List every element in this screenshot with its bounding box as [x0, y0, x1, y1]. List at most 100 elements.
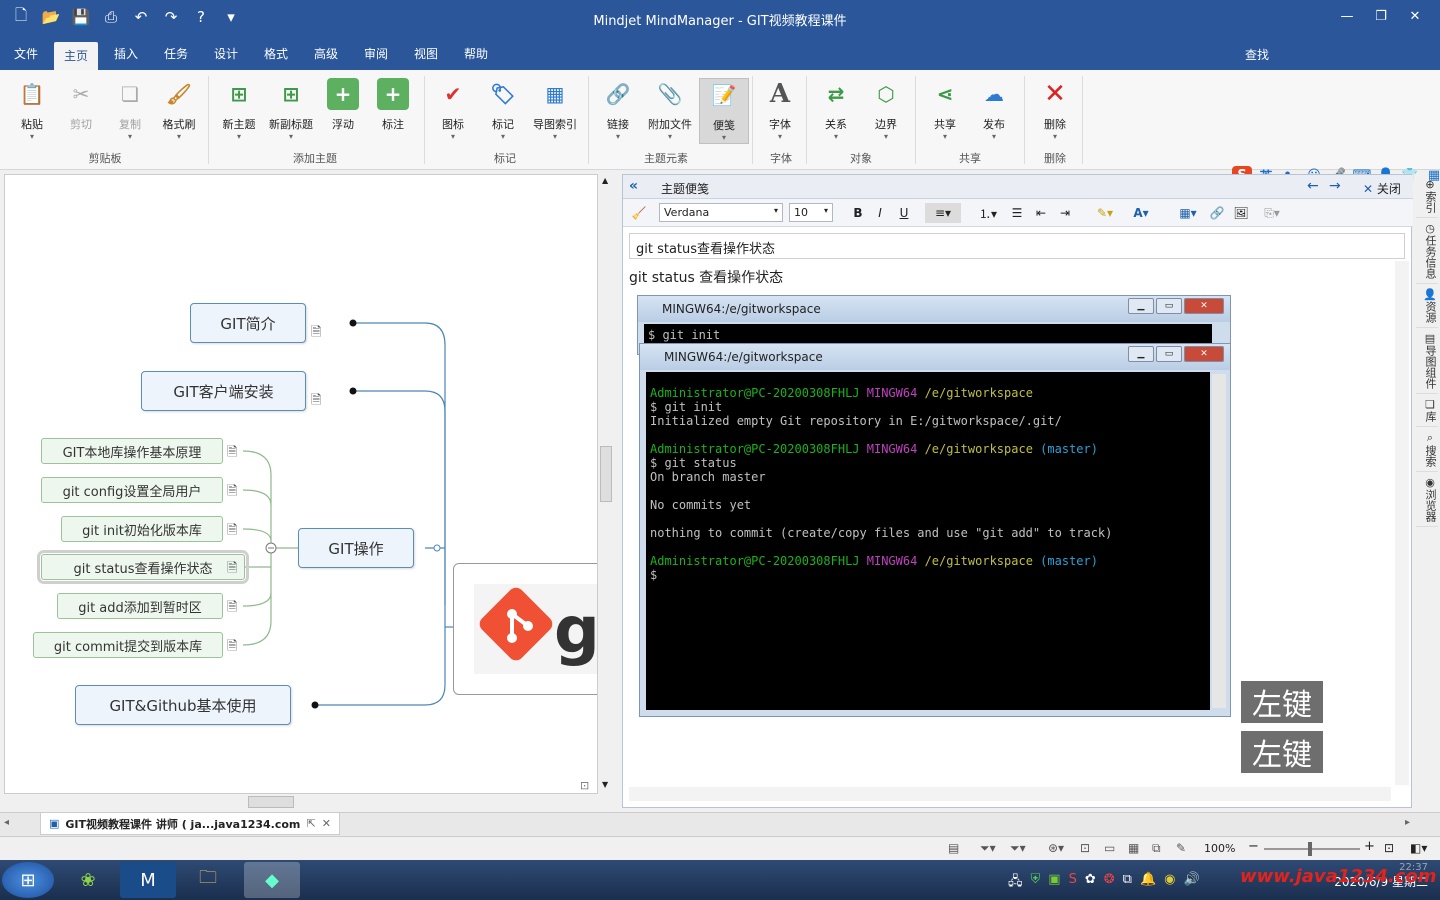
tray-device-icon[interactable]: ⧉	[1123, 872, 1132, 894]
central-topic[interactable]: g	[453, 563, 597, 695]
restore-icon[interactable]: ❐	[1364, 4, 1398, 28]
tray-gpu-icon[interactable]: ▣	[1048, 872, 1060, 894]
taskbar-app-mindmanager[interactable]: M	[120, 862, 176, 898]
menu-review[interactable]: 审阅	[354, 38, 398, 70]
font-button[interactable]: A 字体 ▾	[755, 78, 805, 144]
tab-scroll-left-icon[interactable]: ◂	[4, 817, 9, 828]
tab-scroll-right-icon[interactable]: ▸	[1405, 817, 1410, 828]
subtopic-git-add[interactable]: git add添加到暂时区	[57, 593, 223, 619]
topic-git-client[interactable]: GIT客户端安装	[141, 371, 306, 411]
zoom-in-icon[interactable]: +	[1364, 839, 1375, 854]
subtopic-git-status[interactable]: git status查看操作状态	[37, 550, 249, 584]
menu-task[interactable]: 任务	[154, 38, 198, 70]
start-button[interactable]: ⊞	[2, 862, 54, 898]
minimize-icon[interactable]: —	[1330, 4, 1364, 28]
close-icon[interactable]: ✕	[1184, 298, 1224, 314]
table-icon[interactable]: ▦▾	[1173, 203, 1203, 223]
maximize-icon[interactable]: ▭	[1156, 298, 1182, 314]
taskbar-app-explorer[interactable]: 🗀	[180, 862, 236, 898]
float-topic-button[interactable]: + 浮动	[318, 78, 368, 144]
tray-notify-icon[interactable]: 🔔	[1140, 872, 1156, 894]
scroll-up-icon[interactable]: ▲	[602, 176, 608, 185]
tray-app3-icon[interactable]: ◉	[1164, 872, 1175, 894]
note-icon[interactable]: 🗎	[311, 391, 321, 413]
taskbar-app-green[interactable]: ❀	[60, 862, 116, 898]
menu-insert[interactable]: 插入	[104, 38, 148, 70]
tray-volume-icon[interactable]: 🔊	[1183, 872, 1199, 894]
minimize-icon[interactable]: ▁	[1128, 346, 1154, 362]
side-tab-task-info[interactable]: ◷任务信息	[1416, 218, 1438, 284]
filter-icon[interactable]: ⏷▾	[980, 841, 996, 856]
next-note-icon[interactable]: →	[1329, 178, 1341, 194]
terminal-scrollbar[interactable]	[1212, 374, 1226, 708]
bold-icon[interactable]: B	[849, 203, 867, 223]
note-icon[interactable]: 🗎	[227, 443, 237, 465]
calendar-icon[interactable]: ▦	[1128, 841, 1139, 855]
fit-window-icon[interactable]: ⊡	[1384, 841, 1394, 855]
topic-git-github[interactable]: GIT&Github基本使用	[75, 685, 291, 725]
notes-horizontal-scrollbar[interactable]	[629, 787, 1391, 801]
zoom-out-icon[interactable]: −	[1248, 839, 1259, 854]
filter-advanced-icon[interactable]: ⏷▾	[1010, 841, 1026, 856]
subtopic-local-repo[interactable]: GIT本地库操作基本原理	[41, 438, 223, 464]
note-icon[interactable]: 🗎	[227, 482, 237, 504]
presentation-icon[interactable]: ⧉	[1152, 841, 1161, 856]
notes-button[interactable]: 📝 便笺 ▾	[699, 78, 749, 144]
taskbar-app-active[interactable]: ◆	[244, 862, 300, 898]
tray-app-icon[interactable]: ✿	[1085, 872, 1096, 894]
zoom-slider[interactable]	[1264, 848, 1360, 850]
find-button[interactable]: 查找	[1245, 46, 1269, 63]
tab-popout-icon[interactable]: ⇱	[307, 817, 316, 830]
fit-map-icon[interactable]: ⊡	[1080, 841, 1090, 855]
menu-view[interactable]: 视图	[404, 38, 448, 70]
side-tab-map-parts[interactable]: ▤导图组件	[1416, 328, 1438, 394]
topic-git-ops[interactable]: GIT操作	[298, 528, 414, 568]
relation-button[interactable]: ⇄ 关系 ▾	[811, 78, 861, 144]
note-title-field[interactable]: git status查看操作状态	[629, 233, 1405, 259]
align-left-icon[interactable]: ≡▾	[925, 203, 961, 223]
close-icon[interactable]: ✕	[1398, 4, 1432, 28]
canvas-horizontal-scrollbar[interactable]	[4, 794, 598, 810]
minimize-icon[interactable]: ▁	[1128, 298, 1154, 314]
underline-icon[interactable]: U	[895, 203, 913, 223]
focus-topic-icon[interactable]: ⊛▾	[1048, 841, 1064, 855]
close-icon[interactable]: ✕	[1184, 346, 1224, 362]
menu-file[interactable]: 文件	[4, 38, 48, 70]
callout-button[interactable]: + 标注	[368, 78, 418, 144]
tray-sogou-icon[interactable]: S	[1069, 872, 1077, 894]
note-body-editor[interactable]: git status 查看操作状态 MINGW64:/e/gitworkspac…	[629, 261, 1391, 791]
format-painter-button[interactable]: 🖌 格式刷 ▾	[154, 78, 204, 144]
publish-button[interactable]: ☁ 发布 ▾	[969, 78, 1019, 144]
scroll-down-icon[interactable]: ▼	[602, 780, 608, 789]
terminal-window-front[interactable]: MINGW64:/e/gitworkspace ▁ ▭ ✕ Administrato…	[639, 343, 1231, 717]
font-size-select[interactable]: 10 ▾	[789, 203, 833, 222]
tag-button[interactable]: 🏷 标记 ▾	[478, 78, 528, 144]
side-tab-search[interactable]: ⌕搜索	[1416, 427, 1438, 472]
notes-vertical-scrollbar[interactable]	[1395, 261, 1409, 785]
prev-note-icon[interactable]: ←	[1307, 178, 1319, 194]
tray-app2-icon[interactable]: ❂	[1104, 872, 1115, 894]
tray-shield-icon[interactable]: ⛨	[1031, 872, 1041, 894]
menu-help[interactable]: 帮助	[454, 38, 498, 70]
map-index-button[interactable]: ▦ 导图索引 ▾	[530, 78, 580, 144]
cut-button[interactable]: ✂ 剪切	[56, 78, 106, 144]
subtopic-git-config[interactable]: git config设置全局用户	[41, 477, 223, 503]
scroll-thumb[interactable]	[600, 446, 612, 502]
share-button[interactable]: ⋖ 共享 ▾	[920, 78, 970, 144]
new-subtopic-button[interactable]: ⊞ 新副标题 ▾	[266, 78, 316, 144]
subtopic-git-commit[interactable]: git commit提交到版本库	[33, 632, 223, 658]
page-view-icon[interactable]: ▭	[1104, 841, 1115, 855]
font-family-select[interactable]: Verdana ▾	[659, 203, 783, 222]
canvas-vertical-scrollbar[interactable]: ▲ ▼	[598, 174, 614, 794]
collapse-panel-icon[interactable]: «	[629, 178, 638, 194]
menu-advanced[interactable]: 高级	[304, 38, 348, 70]
note-icon[interactable]: 🗎	[227, 521, 237, 543]
outdent-icon[interactable]: ⇤	[1031, 203, 1051, 223]
note-icon[interactable]: 🗎	[227, 559, 237, 581]
highlight-icon[interactable]: ✎▾	[1089, 203, 1121, 223]
note-icon[interactable]: 🗎	[227, 598, 237, 620]
numbered-list-icon[interactable]: ⒈▾	[973, 203, 1003, 223]
boundary-button[interactable]: ⬡ 边界 ▾	[861, 78, 911, 144]
note-icon[interactable]: 🗎	[227, 637, 237, 659]
bullet-list-icon[interactable]: ☰	[1007, 203, 1027, 223]
